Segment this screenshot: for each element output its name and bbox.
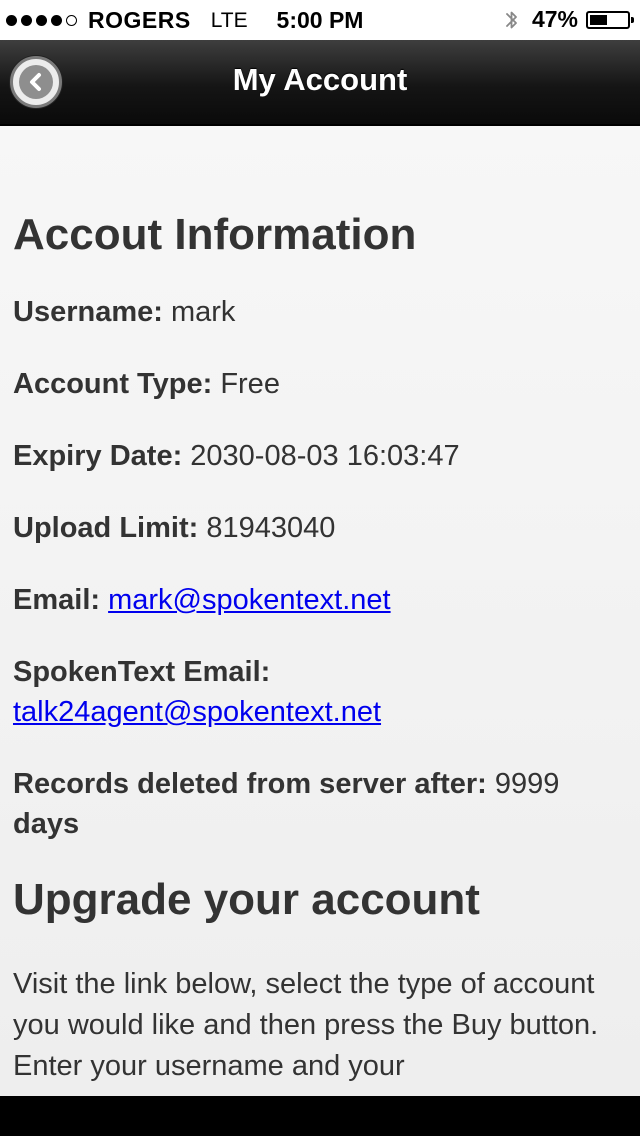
battery-area: 47% bbox=[504, 6, 634, 33]
email-row: Email: mark@spokentext.net bbox=[13, 580, 623, 620]
email-label: Email: bbox=[13, 584, 101, 616]
username-value: mark bbox=[170, 296, 236, 328]
upload-limit-row: Upload Limit: 81943040 bbox=[13, 508, 623, 548]
records-deleted-row: Records deleted from server after: 9999 … bbox=[13, 764, 623, 844]
username-row: Username: mark bbox=[13, 292, 623, 332]
upgrade-instructions: Visit the link below, select the type of… bbox=[13, 968, 599, 1082]
battery-icon bbox=[586, 10, 634, 29]
account-type-value: Free bbox=[220, 368, 280, 400]
account-type-row: Account Type: Free bbox=[13, 364, 623, 404]
upload-limit-label: Upload Limit: bbox=[13, 512, 199, 544]
battery-percent: 47% bbox=[531, 6, 578, 32]
page-title: My Account bbox=[232, 62, 408, 97]
expiry-date-row: Expiry Date: 2030-08-03 16:03:47 bbox=[13, 436, 623, 476]
battery-fill bbox=[590, 14, 607, 25]
expiry-date-value: 2030-08-03 16:03:47 bbox=[190, 440, 460, 472]
upload-limit-value: 81943040 bbox=[206, 512, 336, 544]
bottom-bar bbox=[0, 1096, 640, 1136]
bluetooth-icon bbox=[506, 11, 517, 28]
username-label: Username: bbox=[13, 296, 163, 328]
email-link[interactable]: mark@spokentext.net bbox=[108, 584, 391, 616]
status-bar: ROGERS LTE 5:00 PM 47% bbox=[0, 0, 640, 40]
spokentext-email-link[interactable]: talk24agent@spokentext.net bbox=[13, 696, 381, 728]
spokentext-email-row: SpokenText Email: talk24agent@spokentext… bbox=[13, 652, 623, 732]
records-deleted-unit: days bbox=[13, 808, 80, 840]
navigation-bar: My Account bbox=[0, 40, 640, 126]
spokentext-email-label: SpokenText Email: bbox=[13, 656, 271, 688]
main-content[interactable]: Accout Information Username: mark Accoun… bbox=[0, 126, 640, 1096]
records-deleted-value: 9999 bbox=[494, 768, 560, 800]
content-inner: Accout Information Username: mark Accoun… bbox=[13, 209, 623, 1087]
expiry-date-label: Expiry Date: bbox=[13, 440, 183, 472]
account-info-heading: Accout Information bbox=[13, 210, 417, 259]
records-deleted-label: Records deleted from server after: bbox=[13, 768, 487, 800]
account-type-label: Account Type: bbox=[13, 368, 213, 400]
upgrade-heading: Upgrade your account bbox=[13, 875, 480, 924]
